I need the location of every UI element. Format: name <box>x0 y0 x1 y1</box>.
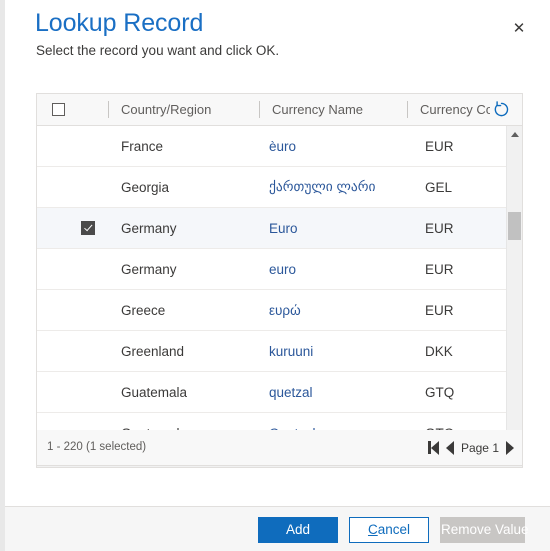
cell-currency-code: DKK <box>425 343 453 359</box>
close-icon[interactable]: ✕ <box>505 14 533 42</box>
table-row[interactable]: France èuro EUR <box>37 126 506 167</box>
dialog-footer: Add Cancel Remove Value <box>5 506 550 551</box>
row-checkbox[interactable] <box>81 180 95 194</box>
cell-currency-name[interactable]: ευρώ <box>269 290 409 330</box>
add-button[interactable]: Add <box>258 517 338 543</box>
column-divider[interactable] <box>108 101 109 118</box>
row-checkbox[interactable] <box>81 303 95 317</box>
column-header-currency-name[interactable]: Currency Name <box>272 94 407 125</box>
refresh-icon[interactable] <box>492 100 511 119</box>
cell-currency-code: GEL <box>425 179 453 195</box>
cell-country-region: Germany <box>121 220 177 236</box>
cell-country-region: Guatemala <box>121 384 188 400</box>
row-checkbox[interactable] <box>81 385 95 399</box>
row-checkbox[interactable] <box>81 344 95 358</box>
records-grid: Country/Region Currency Name Currency Co… <box>36 93 523 468</box>
cancel-button[interactable]: Cancel <box>349 517 429 543</box>
lookup-record-dialog: Lookup Record Select the record you want… <box>0 0 550 551</box>
dialog-header: Lookup Record Select the record you want… <box>5 0 550 72</box>
record-count-label: 1 - 220 (1 selected) <box>47 441 147 453</box>
row-checkbox[interactable] <box>81 262 95 276</box>
column-divider[interactable] <box>407 101 408 118</box>
previous-page-icon[interactable] <box>445 440 454 456</box>
scroll-up-arrow-icon[interactable] <box>507 126 522 142</box>
column-header-currency-code[interactable]: Currency Code <box>420 94 490 125</box>
cell-country-region: Greece <box>121 302 166 318</box>
cell-currency-code: EUR <box>425 220 454 236</box>
table-row[interactable]: Georgia ქართული ლარი GEL <box>37 167 506 208</box>
row-checkbox-checked-icon[interactable] <box>81 221 95 235</box>
cell-currency-name[interactable]: èuro <box>269 126 409 166</box>
page-number-label: Page 1 <box>460 440 499 455</box>
cell-country-region: Germany <box>121 261 177 277</box>
cancel-accesskey: C <box>367 522 378 537</box>
column-divider[interactable] <box>259 101 260 118</box>
grid-status-bar: 1 - 220 (1 selected) Page 1 <box>36 430 523 466</box>
next-page-icon[interactable] <box>506 440 514 456</box>
column-header-country-region[interactable]: Country/Region <box>121 94 256 125</box>
dialog-subtitle: Select the record you want and click OK. <box>36 43 280 58</box>
cell-currency-name[interactable]: Euro <box>269 208 409 248</box>
cell-currency-code: EUR <box>425 138 454 154</box>
table-row[interactable]: Greece ευρώ EUR <box>37 290 506 331</box>
cell-currency-code: GTQ <box>425 384 455 400</box>
cell-currency-name[interactable]: euro <box>269 249 409 289</box>
first-page-icon[interactable] <box>427 440 439 456</box>
cell-country-region: Greenland <box>121 343 185 359</box>
cell-currency-name[interactable]: quetzal <box>269 372 409 412</box>
row-checkbox[interactable] <box>81 139 95 153</box>
table-row[interactable]: Greenland kuruuni DKK <box>37 331 506 372</box>
vertical-scrollbar-thumb[interactable] <box>508 212 521 240</box>
page-title: Lookup Record <box>35 9 204 37</box>
cancel-label-rest: ancel <box>377 522 411 537</box>
cell-country-region: France <box>121 138 164 154</box>
cell-currency-name[interactable]: kuruuni <box>269 331 409 371</box>
table-row[interactable]: Germany Euro EUR <box>37 208 506 249</box>
grid-rows-container: France èuro EUR Georgia ქართული ლარი GEL Germa… <box>37 126 506 452</box>
grid-header-row: Country/Region Currency Name Currency Co… <box>37 94 522 126</box>
cell-currency-code: EUR <box>425 302 454 318</box>
pagination-controls: Page 1 <box>427 437 514 458</box>
remove-value-button[interactable]: Remove Value <box>440 517 529 543</box>
table-row[interactable]: Germany euro EUR <box>37 249 506 290</box>
select-all-checkbox[interactable] <box>52 103 65 116</box>
cell-currency-code: EUR <box>425 261 454 277</box>
cell-currency-name[interactable]: ქართული ლარი <box>269 167 409 207</box>
table-row[interactable]: Guatemala quetzal GTQ <box>37 372 506 413</box>
vertical-scrollbar[interactable] <box>506 126 522 452</box>
cell-country-region: Georgia <box>121 179 170 195</box>
